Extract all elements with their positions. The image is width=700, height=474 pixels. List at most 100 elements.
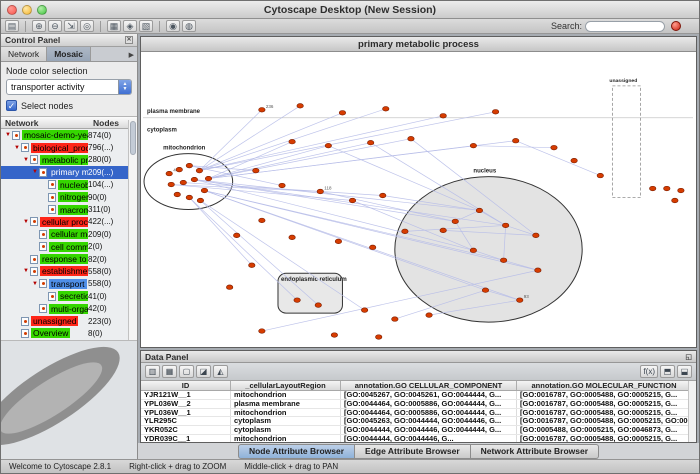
network-node[interactable] (174, 192, 180, 197)
rename-attribute-icon[interactable]: ◪ (196, 365, 211, 378)
network-node[interactable] (176, 167, 182, 172)
search-input[interactable] (585, 21, 665, 32)
save-session-icon[interactable]: ▤ (5, 20, 19, 32)
network-edge[interactable] (189, 198, 297, 301)
tree-expand-icon[interactable]: ▼ (22, 157, 30, 163)
network-node[interactable] (339, 111, 345, 116)
select-attributes-icon[interactable]: ▥ (145, 365, 160, 378)
tree-item[interactable]: nitrogen compo...90(0) (1, 191, 128, 203)
network-node[interactable] (279, 183, 285, 188)
node-color-dropdown[interactable]: transporter activity ▲▼ (6, 79, 132, 95)
tree-item[interactable]: macromolecule...311(0) (1, 203, 128, 215)
select-nodes-checkbox[interactable]: ✓ (6, 100, 17, 111)
network-node[interactable] (380, 193, 386, 198)
control-panel-close-icon[interactable]: ✕ (125, 36, 133, 44)
network-node[interactable] (289, 235, 295, 240)
network-edge[interactable] (473, 146, 554, 148)
network-node[interactable] (253, 168, 259, 173)
tab-network[interactable]: Network (1, 47, 47, 61)
network-node[interactable] (426, 313, 432, 318)
network-node[interactable] (535, 268, 541, 273)
tree-item[interactable]: secretion41(0) (1, 290, 128, 302)
network-node[interactable] (367, 140, 373, 145)
export-attributes-icon[interactable]: ⬓ (677, 365, 692, 378)
network-node[interactable] (392, 317, 398, 322)
network-node[interactable] (440, 113, 446, 118)
import-attributes-icon[interactable]: ⬒ (660, 365, 675, 378)
network-edge[interactable] (208, 143, 370, 179)
network-node[interactable] (297, 104, 303, 109)
network-node[interactable] (440, 228, 446, 233)
network-edge[interactable] (199, 110, 261, 171)
plugin-manager-icon[interactable]: ◍ (182, 20, 196, 32)
zoom-fit-icon[interactable]: ⇲ (64, 20, 78, 32)
network-node[interactable] (492, 110, 498, 115)
network-overview-icon[interactable]: ▦ (107, 20, 121, 32)
network-node[interactable] (201, 188, 207, 193)
network-node[interactable] (180, 180, 186, 185)
create-attribute-icon[interactable]: ▦ (162, 365, 177, 378)
tree-expand-icon[interactable]: ▼ (31, 169, 39, 175)
tree-item[interactable]: ▼mosaic-demo-yeast874(0) (1, 129, 128, 141)
delete-attribute-icon[interactable]: ▢ (179, 365, 194, 378)
tree-item[interactable]: ▼metabolic process280(0) (1, 154, 128, 166)
network-node[interactable] (315, 303, 321, 308)
zoom-out-icon[interactable]: ⊖ (48, 20, 62, 32)
tree-scrollbar[interactable] (128, 120, 137, 343)
zoom-window-button[interactable] (37, 5, 47, 15)
network-edge[interactable] (208, 139, 410, 179)
network-node[interactable] (672, 198, 678, 203)
network-view-title[interactable]: primary metabolic process (141, 37, 696, 52)
network-node[interactable] (369, 245, 375, 250)
network-node[interactable] (649, 186, 655, 191)
network-node[interactable] (335, 239, 341, 244)
tree-expand-icon[interactable]: ▼ (13, 145, 21, 151)
network-node[interactable] (317, 189, 323, 194)
tab-node-attribute-browser[interactable]: Node Attribute Browser (238, 444, 355, 459)
network-node[interactable] (361, 308, 367, 313)
tree-item[interactable]: ▼cellular process422(...) (1, 216, 128, 228)
delete-table-icon[interactable]: ◭ (213, 365, 228, 378)
network-node[interactable] (233, 233, 239, 238)
birds-eye-overview[interactable] (1, 340, 137, 459)
formula-builder-icon[interactable]: f(x) (640, 365, 658, 378)
table-row[interactable]: YDR039C__1mitochondrion[GO:0044444, GO:0… (141, 435, 696, 442)
network-node[interactable] (259, 108, 265, 113)
vizmapper-icon[interactable]: ◉ (166, 20, 180, 32)
tree-item[interactable]: response to stimul...82(0) (1, 253, 128, 265)
table-row[interactable]: YJR121W__1mitochondrion[GO:0045267, GO:0… (141, 391, 696, 400)
network-node[interactable] (349, 198, 355, 203)
minimize-window-button[interactable] (22, 5, 32, 15)
close-window-button[interactable] (7, 5, 17, 15)
network-node[interactable] (186, 195, 192, 200)
tree-expand-icon[interactable]: ▼ (22, 268, 30, 274)
window-titlebar[interactable]: Cytoscape Desktop (New Session) (1, 1, 699, 19)
network-node[interactable] (476, 208, 482, 213)
tree-expand-icon[interactable]: ▼ (31, 281, 39, 287)
zoom-selected-icon[interactable]: ◎ (80, 20, 94, 32)
network-node[interactable] (664, 186, 670, 191)
network-node[interactable] (470, 143, 476, 148)
table-scrollbar[interactable] (688, 381, 696, 442)
data-panel-float-icon[interactable]: ◱ (685, 353, 692, 361)
network-node[interactable] (502, 223, 508, 228)
network-node[interactable] (325, 143, 331, 148)
tree-item[interactable]: ▼establishment of lo...558(0) (1, 265, 128, 277)
record-icon[interactable] (671, 21, 681, 31)
tree-item[interactable]: multi-organism pro...42(0) (1, 302, 128, 314)
network-node[interactable] (166, 171, 172, 176)
tree-item[interactable]: cell communicat...2(0) (1, 241, 128, 253)
network-node[interactable] (597, 173, 603, 178)
tree-item[interactable]: cellular metabo...209(0) (1, 228, 128, 240)
network-node[interactable] (383, 107, 389, 112)
network-node[interactable] (375, 335, 381, 340)
network-node[interactable] (482, 288, 488, 293)
network-node[interactable] (678, 188, 684, 193)
network-node[interactable] (226, 285, 232, 290)
tree-scrollbar-thumb[interactable] (130, 121, 136, 155)
column-header[interactable]: _cellularLayoutRegion (231, 381, 341, 390)
network-node[interactable] (294, 298, 300, 303)
tree-expand-icon[interactable]: ▼ (4, 132, 12, 138)
network-node[interactable] (452, 219, 458, 224)
tab-edge-attribute-browser[interactable]: Edge Attribute Browser (355, 444, 471, 459)
